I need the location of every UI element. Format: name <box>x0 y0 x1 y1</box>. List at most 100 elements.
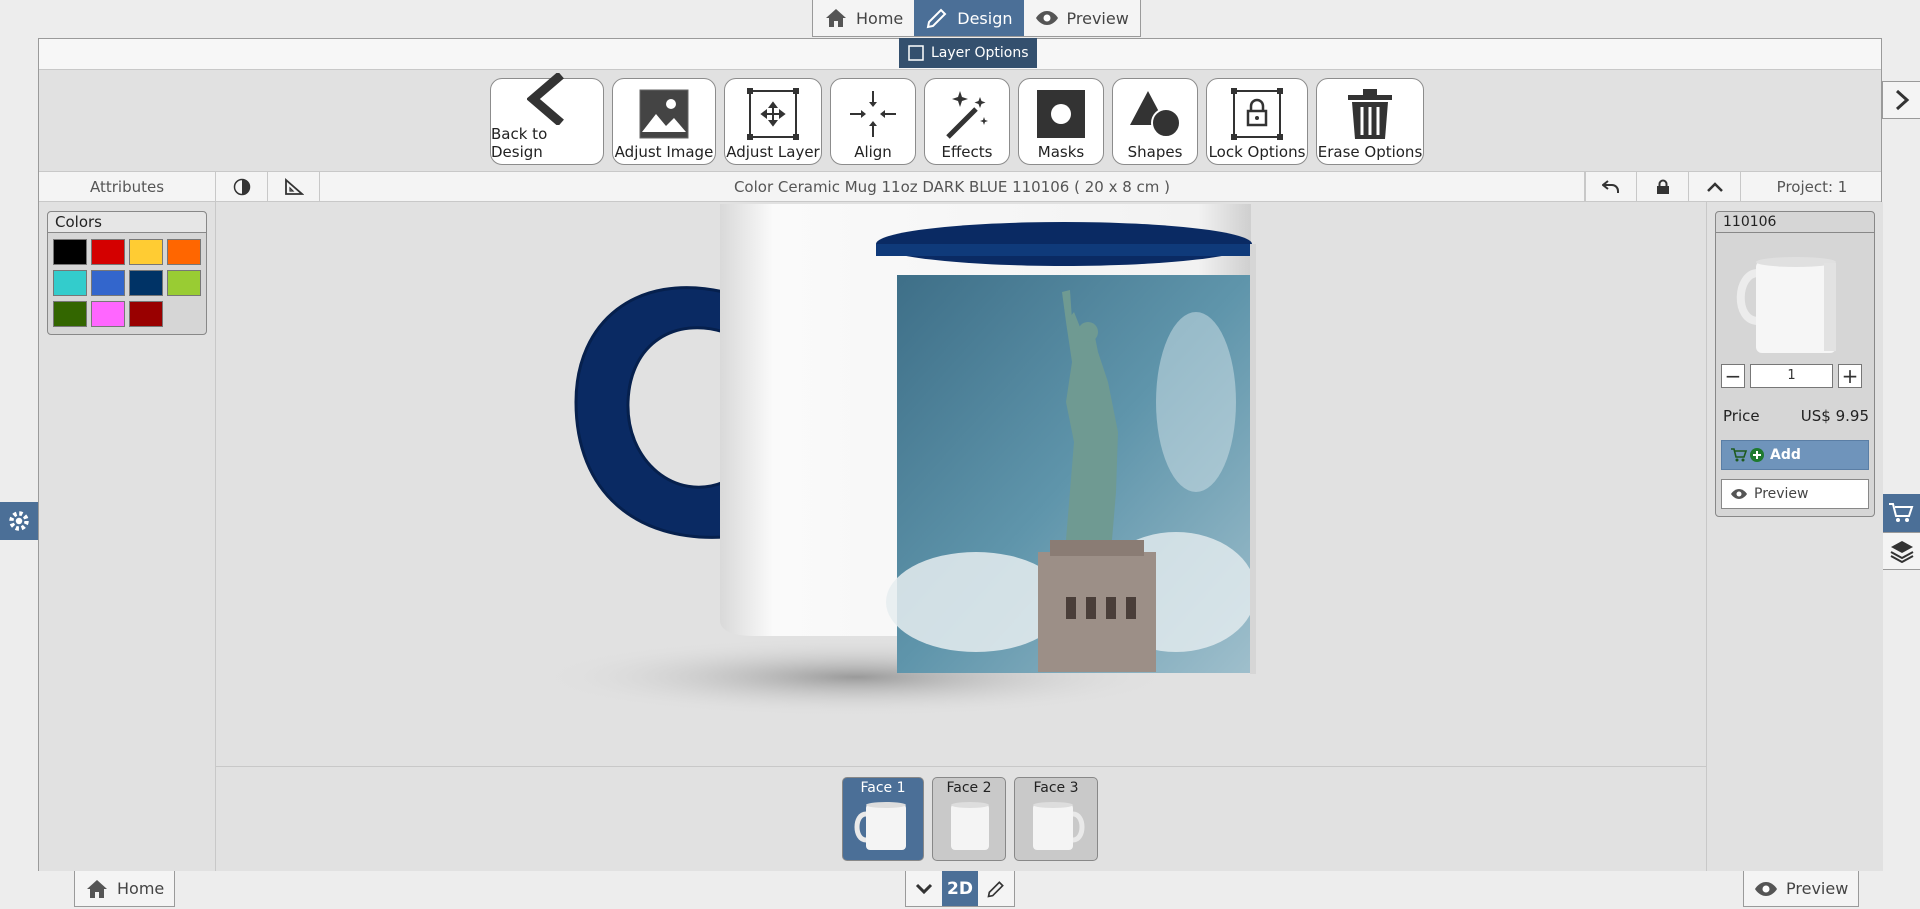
set-square-icon <box>284 178 304 195</box>
view-mode-switcher: 2D <box>905 871 1015 907</box>
lock-button[interactable] <box>1637 172 1689 202</box>
mug-front-thumbnail <box>951 802 989 850</box>
increase-quantity-button[interactable]: + <box>1838 364 1862 388</box>
bottom-home-button[interactable]: Home <box>74 871 176 907</box>
layers-icon <box>1890 541 1913 563</box>
cart-icon <box>1889 503 1914 522</box>
mask-icon <box>1037 90 1085 138</box>
chevron-right-icon <box>1895 89 1909 111</box>
quantity-input[interactable]: 1 <box>1750 364 1833 388</box>
color-swatch[interactable] <box>53 239 87 265</box>
undo-button[interactable] <box>1585 172 1637 202</box>
minus-icon: − <box>1724 364 1742 388</box>
edit-mode-button[interactable] <box>978 871 1014 906</box>
erase-options-button[interactable]: Erase Options <box>1316 78 1424 165</box>
color-swatch[interactable] <box>91 239 125 265</box>
cart-add-icon <box>1731 448 1764 462</box>
expand-right-button[interactable] <box>1882 81 1920 119</box>
tab-design[interactable]: Design <box>914 0 1024 36</box>
tab-preview-label: Preview <box>1066 8 1129 28</box>
attributes-panel: Colors <box>39 202 216 871</box>
chevron-up-icon <box>1706 182 1723 192</box>
product-code: 110106 <box>1716 212 1874 233</box>
face-1-tab[interactable]: Face 1 <box>842 777 924 861</box>
collapse-down-button[interactable] <box>906 871 942 906</box>
pencil-icon <box>987 880 1004 898</box>
quantity-stepper: − 1 + <box>1721 364 1862 388</box>
product-thumbnail <box>1716 233 1874 361</box>
product-sidebar: 110106 − 1 + Price US$ 9.95 Add Preview <box>1706 202 1883 871</box>
info-bar: Attributes Color Ceramic Mug 11oz DARK B… <box>39 172 1881 202</box>
mug-handle <box>574 286 726 539</box>
color-swatch[interactable] <box>91 301 125 327</box>
face-2-tab[interactable]: Face 2 <box>932 777 1006 861</box>
layer-options-tab[interactable]: Layer Options <box>899 38 1037 68</box>
mug-preview[interactable] <box>216 202 1706 767</box>
decrease-quantity-button[interactable]: − <box>1721 364 1745 388</box>
back-to-design-button[interactable]: Back to Design <box>490 73 604 165</box>
bottom-home-label: Home <box>117 879 165 898</box>
lock-options-label: Lock Options <box>1208 143 1306 161</box>
add-label: Add <box>1770 447 1801 463</box>
lock-options-button[interactable]: Lock Options <box>1206 78 1308 165</box>
color-swatch[interactable] <box>129 239 163 265</box>
color-swatch[interactable] <box>167 239 201 265</box>
color-swatch[interactable] <box>91 270 125 296</box>
add-to-cart-button[interactable]: Add <box>1721 440 1869 470</box>
home-icon <box>826 9 846 27</box>
colors-title: Colors <box>48 212 206 233</box>
project-label: Project: 1 <box>1776 178 1848 196</box>
color-swatch[interactable] <box>53 270 87 296</box>
adjust-layer-label: Adjust Layer <box>726 143 820 161</box>
design-canvas[interactable] <box>216 202 1706 767</box>
face-2-label: Face 2 <box>946 780 992 796</box>
eye-icon <box>1731 489 1747 499</box>
effects-button[interactable]: Effects <box>924 78 1010 165</box>
mode-2d-button[interactable]: 2D <box>942 871 978 906</box>
layer-toolbar: Back to Design Adjust Image Adjust Layer… <box>39 70 1881 172</box>
adjust-layer-button[interactable]: Adjust Layer <box>724 78 822 165</box>
ruler-button[interactable] <box>268 172 320 202</box>
collapse-button[interactable] <box>1689 172 1741 202</box>
settings-button[interactable] <box>0 502 38 540</box>
plus-icon: + <box>1841 364 1859 388</box>
designer-frame: Layer Options Back to Design Adjust Imag… <box>38 38 1883 871</box>
image-icon <box>639 89 689 139</box>
color-swatch[interactable] <box>53 301 87 327</box>
tab-design-label: Design <box>957 8 1013 28</box>
effects-label: Effects <box>941 143 993 161</box>
preview-button[interactable]: Preview <box>1721 479 1869 509</box>
attributes-header: Attributes <box>39 172 216 202</box>
color-swatch[interactable] <box>167 270 201 296</box>
layer-options-strip: Layer Options <box>39 38 1881 70</box>
price-label: Price <box>1723 407 1760 425</box>
bottom-preview-button[interactable]: Preview <box>1743 871 1860 907</box>
layers-side-button[interactable] <box>1882 532 1920 570</box>
color-swatch[interactable] <box>129 270 163 296</box>
face-1-label: Face 1 <box>860 780 906 796</box>
contrast-button[interactable] <box>216 172 268 202</box>
eye-icon <box>1035 11 1058 25</box>
bottom-preview-label: Preview <box>1786 879 1849 898</box>
gear-icon <box>9 511 29 531</box>
product-card: 110106 − 1 + Price US$ 9.95 Add Preview <box>1715 211 1875 517</box>
adjust-image-button[interactable]: Adjust Image <box>612 78 716 165</box>
align-button[interactable]: Align <box>830 78 916 165</box>
tab-home[interactable]: Home <box>813 0 914 36</box>
align-icon <box>850 91 896 137</box>
top-nav: Home Design Preview <box>812 0 1141 37</box>
back-to-design-label: Back to Design <box>491 125 548 161</box>
cart-side-button[interactable] <box>1882 494 1920 532</box>
align-label: Align <box>854 143 892 161</box>
color-swatch[interactable] <box>129 301 163 327</box>
masks-button[interactable]: Masks <box>1018 78 1104 165</box>
shapes-icon <box>1130 91 1181 138</box>
mug-right-thumbnail <box>1033 802 1085 850</box>
face-3-tab[interactable]: Face 3 <box>1014 777 1098 861</box>
lock-icon <box>1231 88 1283 140</box>
undo-icon <box>1602 180 1619 193</box>
chevron-down-icon <box>915 883 933 894</box>
tab-preview[interactable]: Preview <box>1024 0 1140 36</box>
layer-frame-icon <box>908 45 924 61</box>
shapes-button[interactable]: Shapes <box>1112 78 1198 165</box>
